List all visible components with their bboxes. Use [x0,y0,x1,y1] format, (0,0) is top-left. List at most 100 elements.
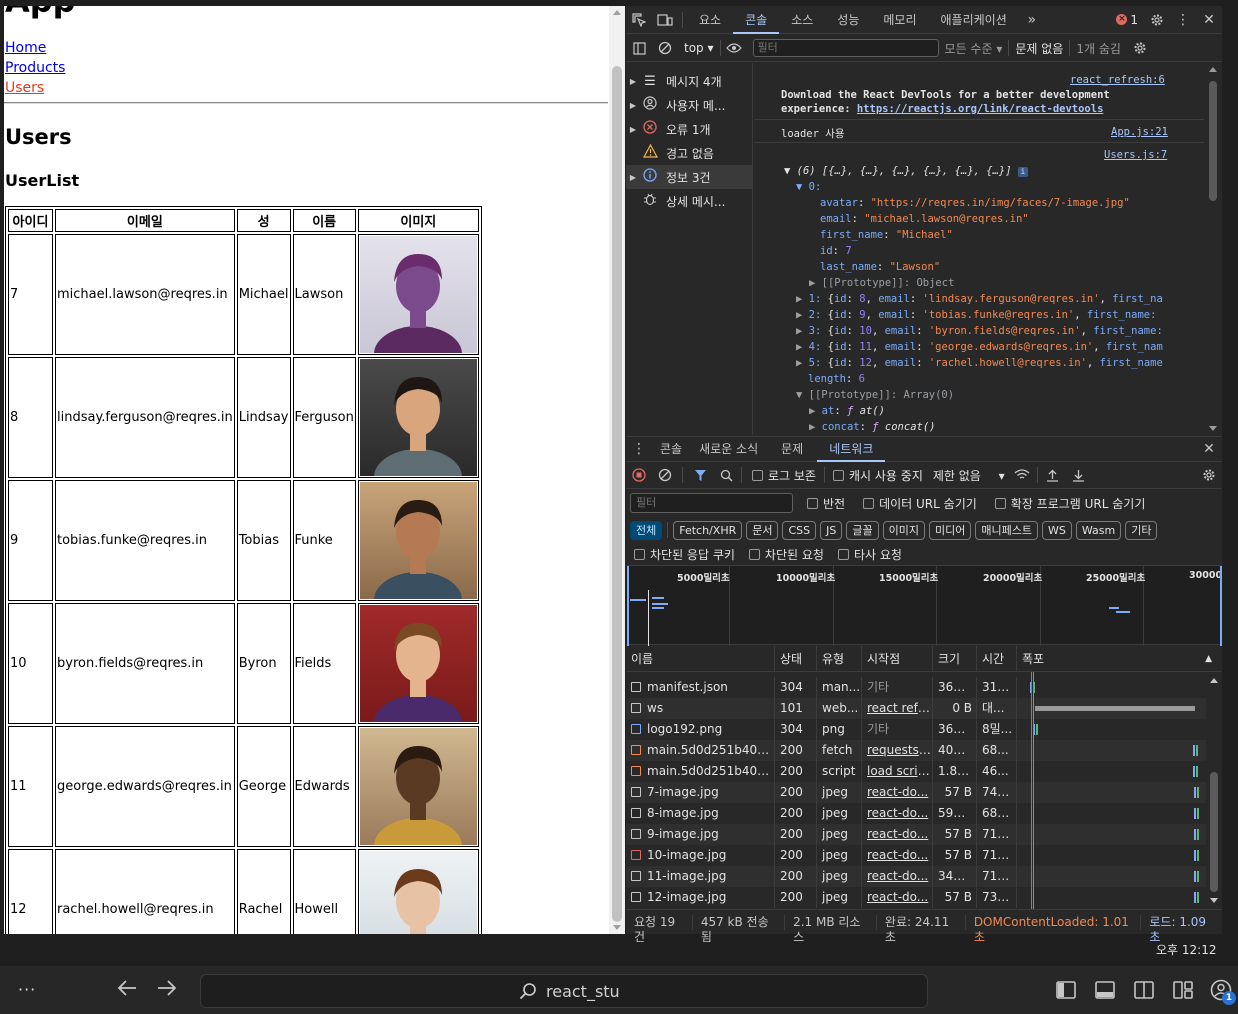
network-request-row[interactable]: manifest.json 304 man... 기타 363 B 319... [626,677,1206,698]
source-link[interactable]: App.js:21 [1111,126,1168,138]
close-devtools-icon[interactable]: ✕ [1196,6,1222,34]
col-size-header[interactable]: 크기 [933,646,977,671]
type-filter-chip[interactable]: Fetch/XHR [673,520,743,540]
issues-count[interactable]: 문제 없음 [1009,40,1069,57]
back-arrow-icon[interactable] [116,978,138,1003]
request-initiator-cell[interactable]: react-do... [862,782,933,803]
request-initiator-cell[interactable]: react-do... [862,887,933,908]
request-initiator-cell[interactable]: react refre... [862,698,933,719]
scroll-down-arrow-icon[interactable] [613,925,621,930]
console-settings-gear-icon[interactable] [1127,34,1153,62]
layout-sidebar-icon[interactable] [1055,979,1077,1001]
tab-elements[interactable]: 요소 [687,6,733,34]
error-count-badge[interactable]: × 1 [1110,13,1144,27]
network-request-row[interactable]: 11-image.jpg 200 jpeg react-do... 347 B 710..… [626,866,1206,887]
more-tabs-icon[interactable]: » [1019,6,1045,34]
log-levels-dropdown[interactable]: 모든 수준 ▾ [939,40,1009,57]
disable-cache-checkbox[interactable] [832,469,844,481]
network-request-row[interactable]: main.5d0d251b40ca... 200 script load scrip.… [626,761,1206,782]
sidebar-item-warnings[interactable]: 경고 없음 [626,141,752,165]
col-status-header[interactable]: 상태 [775,646,817,671]
drawer-tab-issues[interactable]: 문제 [767,435,817,463]
scroll-down-arrow-icon[interactable] [1209,426,1217,431]
scroll-up-arrow-icon[interactable] [1209,67,1217,72]
drawer-tab-console[interactable]: 콘솔 [652,435,690,463]
filter-funnel-icon[interactable] [687,461,713,489]
taskbar-search-box[interactable]: react_stu [200,974,928,1008]
nav-users-link[interactable]: Users [5,78,65,98]
scroll-down-arrow-icon[interactable] [1210,898,1218,903]
preserve-log-checkbox[interactable] [752,469,763,481]
sidebar-item-errors[interactable]: ▶ 오류 1개 [626,117,752,141]
third-party-checkbox[interactable] [837,548,849,560]
record-stop-icon[interactable] [626,461,652,489]
array-item-row[interactable]: ▶ 3: {id: 10, email: 'byron.fields@reqre… [796,325,1163,337]
network-conditions-wifi-icon[interactable] [1009,461,1035,489]
nav-home-link[interactable]: Home [5,38,65,58]
tab-memory[interactable]: 메모리 [871,6,928,34]
forward-arrow-icon[interactable] [156,978,178,1003]
network-request-row[interactable]: 12-image.jpg 200 jpeg react-do... 57 B 732... [626,887,1206,908]
type-filter-chip[interactable]: JS [820,520,843,540]
network-filter-input[interactable] [630,493,793,513]
network-request-row[interactable]: 8-image.jpg 200 jpeg react-do... 597 B 682... [626,803,1206,824]
clear-console-icon[interactable] [652,34,678,62]
clear-network-icon[interactable] [652,461,678,489]
array-item-row[interactable]: ▶ 4: {id: 11, email: 'george.edwards@req… [796,341,1163,353]
network-request-row[interactable]: main.5d0d251b40ca... 200 fetch requests.j..… [626,740,1206,761]
type-filter-chip[interactable]: CSS [782,520,817,540]
source-link[interactable]: react_refresh:6 [1070,74,1165,86]
network-request-row[interactable]: logo192.png 304 png 기타 364 B 8밀... [626,719,1206,740]
tab-console[interactable]: 콘솔 [733,6,780,34]
method-concat[interactable]: ▶ concat: ƒ concat() [809,421,935,433]
context-select[interactable]: top ▾ [678,41,720,55]
prototype-object[interactable]: ▶ [[Prototype]]: Object [809,277,954,289]
sidebar-item-info[interactable]: ▶ 정보 3건 [626,165,752,189]
device-toolbar-icon[interactable] [652,6,678,34]
sidebar-item-messages[interactable]: ▶ ☰ 메시지 4개 [626,69,752,93]
col-name-header[interactable]: 이름 [626,646,775,671]
array-item-row[interactable]: ▶ 1: {id: 8, email: 'lindsay.ferguson@re… [796,293,1163,305]
live-expression-eye-icon[interactable] [721,34,747,62]
network-request-row[interactable]: 9-image.jpg 200 jpeg react-do... 57 B 712... [626,824,1206,845]
devtools-link[interactable]: https://reactjs.org/link/react-devtools [857,103,1104,115]
array-index-0[interactable]: ▼ 0: [796,181,821,193]
nav-products-link[interactable]: Products [5,58,65,78]
layout-split-icon[interactable] [1133,979,1155,1001]
more-dots-icon[interactable]: ··· [18,980,36,999]
network-settings-gear-icon[interactable] [1196,461,1222,489]
type-filter-chip[interactable]: 이미지 [882,520,925,540]
type-filter-chip[interactable]: 문서 [746,520,779,540]
sidebar-item-user-messages[interactable]: ▶ 사용자 메... [626,93,752,117]
array-item-row[interactable]: ▶ 5: {id: 12, email: 'rachel.howell@reqr… [796,357,1163,369]
hide-data-urls-checkbox[interactable] [863,497,875,509]
type-filter-chip[interactable]: 글꼴 [846,520,879,540]
col-waterfall-header[interactable]: 폭포 ▲ [1017,646,1222,671]
scroll-up-arrow-icon[interactable] [1210,678,1218,683]
layout-bottom-icon[interactable] [1094,979,1116,1001]
page-scroll-thumb[interactable] [612,66,622,922]
drawer-menu-icon[interactable]: ⋮ [626,435,652,463]
console-scrollbar[interactable] [1204,63,1222,435]
console-scroll-thumb[interactable] [1209,81,1217,201]
network-request-row[interactable]: 10-image.jpg 200 jpeg react-do... 57 B 711... [626,845,1206,866]
network-request-row[interactable]: ws101web...react refre...0 B대... [626,698,1206,719]
method-at[interactable]: ▶ at: ƒ at() [809,405,885,417]
source-link[interactable]: Users.js:7 [1104,149,1167,161]
type-filter-chip[interactable]: WS [1041,520,1072,540]
type-filter-chip[interactable]: 전체 [630,520,663,540]
col-type-header[interactable]: 유형 [817,646,862,671]
array-summary[interactable]: ▼ (6) [{…}, {…}, {…}, {…}, {…}, {…}] i [784,165,1028,177]
tab-application[interactable]: 애플리케이션 [929,6,1019,34]
search-icon[interactable] [713,461,739,489]
inspect-element-icon[interactable] [626,6,652,34]
sidebar-item-verbose[interactable]: 상세 메시... [626,189,752,213]
request-initiator-cell[interactable]: react-do... [862,866,933,887]
tab-performance[interactable]: 성능 [825,6,871,34]
request-initiator-cell[interactable]: load scrip... [862,761,933,782]
blocked-cookies-checkbox[interactable] [634,548,645,560]
request-initiator-cell[interactable]: react-do... [862,845,933,866]
network-overview-timeline[interactable]: 5000밀리초 10000밀리초 15000밀리초 20000밀리초 25000… [626,565,1222,646]
network-scroll-thumb[interactable] [1210,772,1218,892]
request-initiator-cell[interactable]: requests.j... [862,740,933,761]
